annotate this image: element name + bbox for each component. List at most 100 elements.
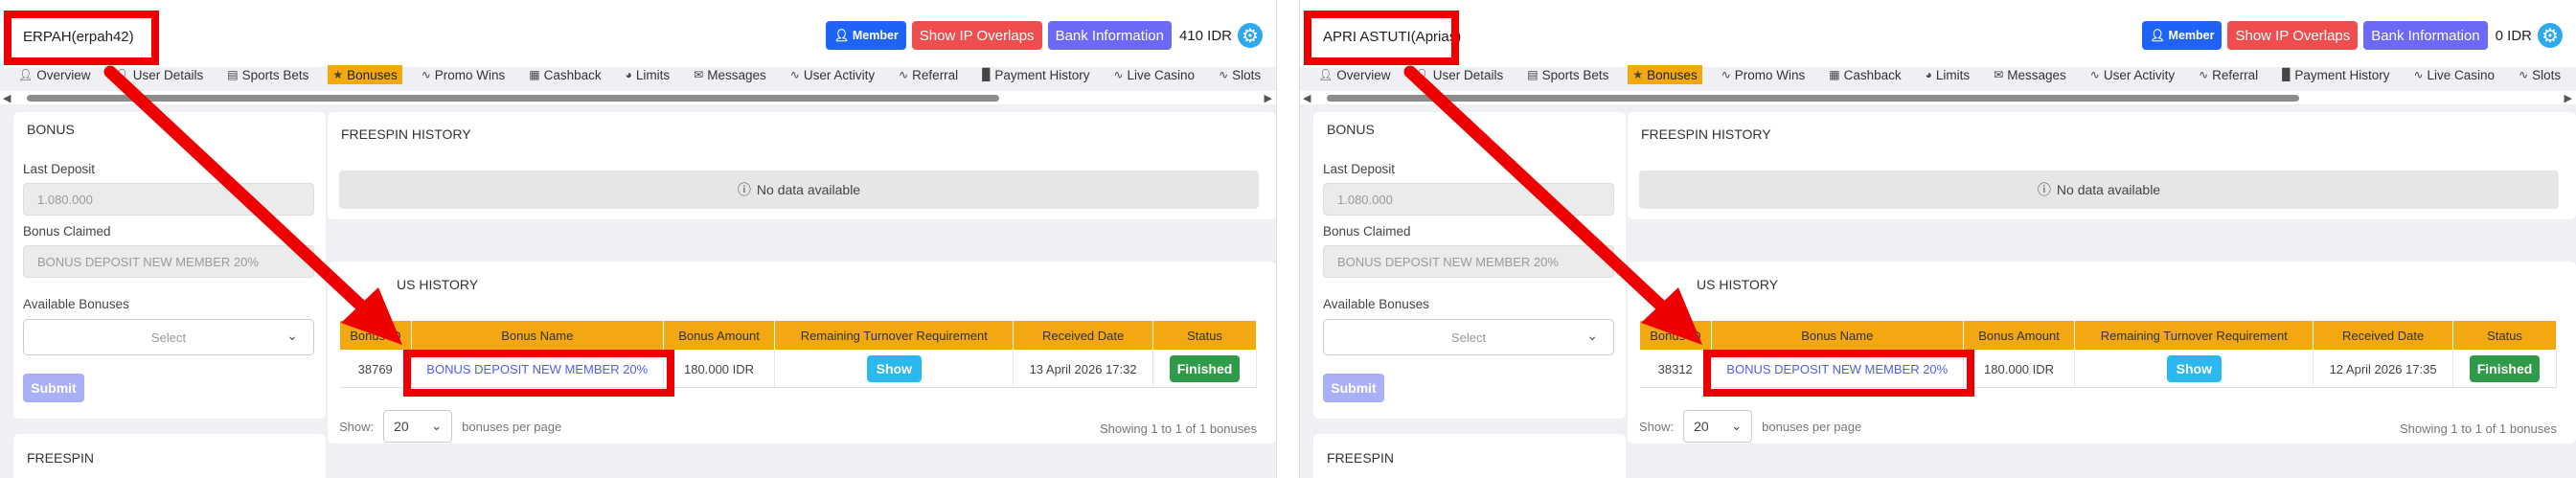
tab-live-casino[interactable]: ∿ Live Casino <box>1108 65 1199 84</box>
tab-user-details[interactable]: 👤︎ User Details <box>110 65 209 84</box>
tab-live-casino[interactable]: ∿ Live Casino <box>2408 65 2499 84</box>
cashback-icon: ▦ <box>529 68 540 81</box>
show-turnover-button[interactable]: Show <box>866 355 922 382</box>
chevron-down-icon: ⌄ <box>1731 419 1743 433</box>
tab-label: Messages <box>2007 67 2066 82</box>
tab-label: Cashback <box>1843 67 1902 82</box>
tab-promo-wins[interactable]: ∿ Promo Wins <box>1717 65 1811 84</box>
tab-limits[interactable]: ◕ Limits <box>621 65 675 84</box>
scrollbar-thumb[interactable] <box>27 95 999 102</box>
column-header: Bonus ID <box>339 320 412 351</box>
tab-label: Live Casino <box>2427 67 2496 82</box>
bonus-claimed-field: BONUS DEPOSIT NEW MEMBER 20% <box>1323 245 1614 278</box>
cell-status: Finished <box>2452 350 2557 388</box>
tab-slots[interactable]: ∿ Slots <box>2514 65 2565 84</box>
submit-button[interactable]: Submit <box>1323 374 1384 402</box>
tab-overview[interactable]: 👤︎ Overview <box>13 65 96 84</box>
per-page-select[interactable]: 20 ⌄ <box>1683 410 1753 443</box>
cell-bonus-amount: 180.000 IDR <box>1963 350 2076 388</box>
user-icon: 👤︎ <box>833 28 850 42</box>
receipt-icon: ▤ <box>227 68 239 81</box>
member-button[interactable]: 👤︎ Member <box>826 21 906 50</box>
tab-cashback[interactable]: ▦ Cashback <box>1824 65 1905 84</box>
tab-label: Overview <box>36 67 91 82</box>
tab-user-activity[interactable]: ∿ User Activity <box>2086 65 2179 84</box>
available-bonuses-select[interactable]: Select ⌄ <box>1323 319 1614 355</box>
per-page-select[interactable]: 20 ⌄ <box>383 410 453 443</box>
column-header: Bonus Name <box>410 320 664 351</box>
tab-user-activity[interactable]: ∿ User Activity <box>786 65 879 84</box>
tab-label: User Activity <box>2103 67 2176 82</box>
tab-payment-history[interactable]: ▉ Payment History <box>977 65 1094 84</box>
show-turnover-button[interactable]: Show <box>2166 355 2222 382</box>
scroll-right-icon[interactable]: ▶ <box>1265 92 1272 104</box>
cell-bonus-id: 38312 <box>1639 350 1712 388</box>
tab-sports-bets[interactable]: ▤ Sports Bets <box>222 65 313 84</box>
tab-promo-wins[interactable]: ∿ Promo Wins <box>417 65 511 84</box>
gear-icon[interactable]: ⚙ <box>2538 23 2563 48</box>
member-button[interactable]: 👤︎ Member <box>2142 21 2223 50</box>
scroll-right-icon[interactable]: ▶ <box>2565 92 2572 104</box>
tab-cashback[interactable]: ▦ Cashback <box>524 65 605 84</box>
available-bonuses-label: Available Bonuses <box>23 297 129 311</box>
show-ip-overlaps-button[interactable]: Show IP Overlaps <box>911 21 1042 50</box>
star-icon: ★ <box>1632 68 1644 81</box>
tab-slots[interactable]: ∿ Slots <box>1214 65 1265 84</box>
scrollbar-thumb[interactable] <box>1327 95 2299 102</box>
tab-sports-bets[interactable]: ▤ Sports Bets <box>1522 65 1613 84</box>
activity-icon: ∿ <box>1113 68 1124 81</box>
annotation-box-username <box>4 11 159 65</box>
bonus-claimed-label: Bonus Claimed <box>1323 224 1411 239</box>
show-label: Show: <box>339 419 375 434</box>
submit-button[interactable]: Submit <box>23 374 84 402</box>
freespin-history-title: FREESPIN HISTORY <box>341 126 471 142</box>
activity-icon: ∿ <box>789 68 800 81</box>
user-icon: 👤︎ <box>114 68 129 81</box>
scroll-left-icon[interactable]: ◀ <box>1303 92 1311 104</box>
cell-received-date: 13 April 2026 17:32 <box>1013 350 1154 388</box>
per-page-suffix: bonuses per page <box>1762 419 1862 434</box>
tab-user-details[interactable]: 👤︎ User Details <box>1410 65 1509 84</box>
tab-messages[interactable]: ✉︎ Messages <box>689 65 771 84</box>
bank-information-button[interactable]: Bank Information <box>2363 21 2488 50</box>
column-header: Remaining Turnover Requirement <box>774 320 1014 351</box>
user-icon: 👤︎ <box>1414 68 1429 81</box>
tab-scrollbar[interactable]: ◀ ▶ <box>0 91 1276 104</box>
bank-information-button[interactable]: Bank Information <box>1047 21 1172 50</box>
tab-bonuses[interactable]: ★ Bonuses <box>328 65 402 84</box>
per-page-value: 20 <box>394 419 409 434</box>
available-bonuses-label: Available Bonuses <box>1323 297 1429 311</box>
tab-referral[interactable]: ∿ Referral <box>2194 65 2263 84</box>
bonus-card-title: BONUS <box>27 122 75 137</box>
tab-scrollbar[interactable]: ◀ ▶ <box>1300 91 2576 104</box>
show-ip-overlaps-button[interactable]: Show IP Overlaps <box>2227 21 2359 50</box>
envelope-icon: ✉︎ <box>694 68 704 81</box>
tab-label: Live Casino <box>1127 67 1196 82</box>
tab-overview[interactable]: 👤︎ Overview <box>1313 65 1396 84</box>
gear-icon[interactable]: ⚙ <box>1238 23 1263 48</box>
tab-bonuses[interactable]: ★ Bonuses <box>1628 65 1702 84</box>
tab-label: Referral <box>2212 67 2259 82</box>
member-label: Member <box>852 29 899 42</box>
activity-icon: ∿ <box>421 68 431 81</box>
last-deposit-label: Last Deposit <box>23 162 96 176</box>
tab-label: Bonuses <box>347 67 398 82</box>
bonus-history-title: US HISTORY <box>1697 277 1779 292</box>
balance: 0 IDR <box>2495 27 2532 44</box>
chevron-down-icon: ⌄ <box>1586 328 1598 343</box>
tab-label: Payment History <box>994 67 1090 82</box>
column-header: Received Date <box>2313 320 2454 351</box>
tab-limits[interactable]: ◕ Limits <box>1921 65 1975 84</box>
tab-messages[interactable]: ✉︎ Messages <box>1989 65 2071 84</box>
bonus-claimed-label: Bonus Claimed <box>23 224 111 239</box>
receipt-icon: ▤ <box>1527 68 1539 81</box>
tab-referral[interactable]: ∿ Referral <box>894 65 963 84</box>
tab-label: Limits <box>1935 67 1971 82</box>
tab-label: Promo Wins <box>434 67 506 82</box>
scroll-left-icon[interactable]: ◀ <box>3 92 11 104</box>
available-bonuses-select[interactable]: Select ⌄ <box>23 319 314 355</box>
tab-payment-history[interactable]: ▉ Payment History <box>2277 65 2394 84</box>
column-header: Bonus Amount <box>1962 320 2076 351</box>
column-header: Bonus Name <box>1710 320 1964 351</box>
freespin-card-title: FREESPIN <box>1327 450 1395 466</box>
